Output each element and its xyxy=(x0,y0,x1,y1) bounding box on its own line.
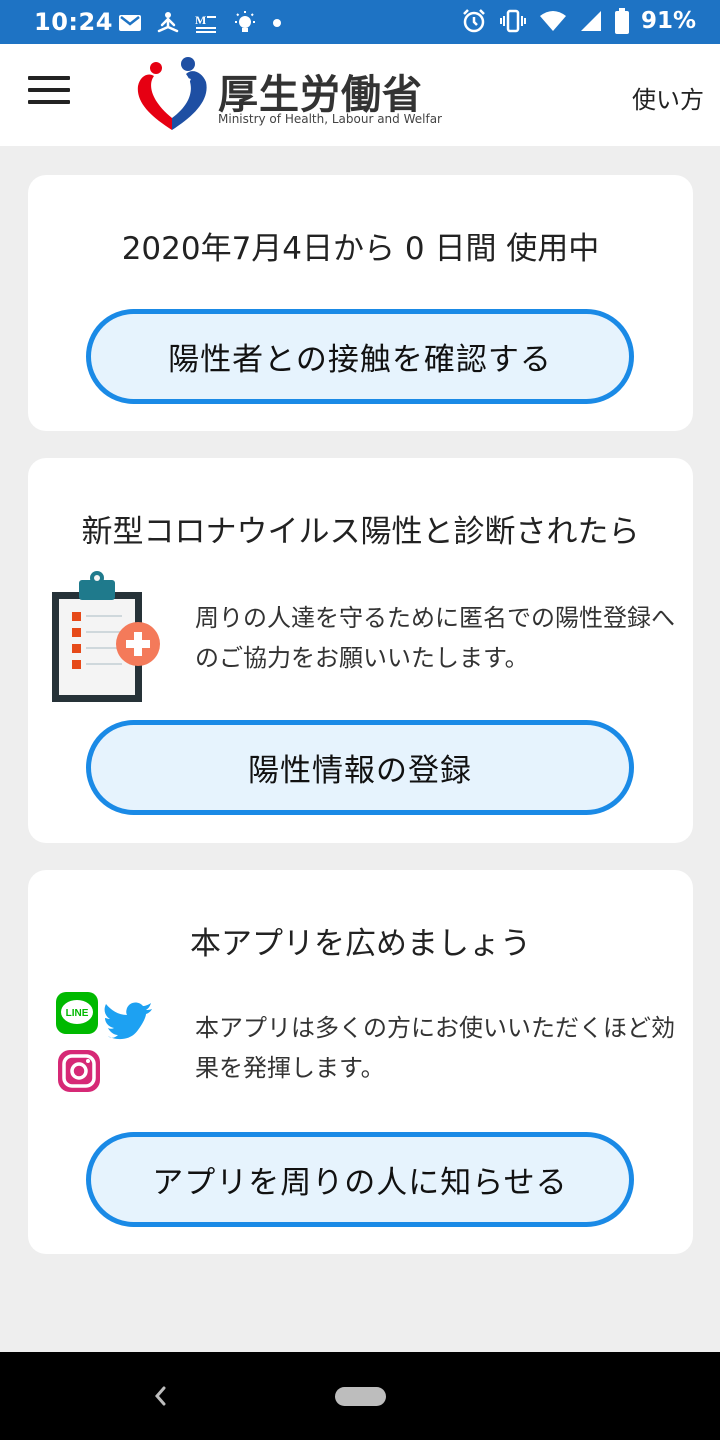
mhlw-heart-logo-icon xyxy=(137,57,207,130)
home-pill-button[interactable] xyxy=(335,1387,386,1406)
twitter-icon xyxy=(104,1002,152,1040)
instagram-icon xyxy=(58,1050,100,1092)
share-section-description: 本アプリは多くの方にお使いいただくほど効果を発揮します。 xyxy=(195,1014,675,1082)
line-icon: LINE xyxy=(56,992,98,1034)
check-exposure-button[interactable]: 陽性者との接触を確認する xyxy=(86,309,634,404)
news-icon: M xyxy=(195,13,216,33)
clipboard-medical-icon xyxy=(52,571,160,702)
register-positive-button[interactable]: 陽性情報の登録 xyxy=(86,720,634,815)
battery-icon xyxy=(614,8,629,34)
lightbulb-icon xyxy=(235,11,255,32)
logo-subtext: Ministry of Health, Labour and Welfar xyxy=(218,112,442,126)
share-card: 本アプリを広めましょう LINE 本アプリは多くの方にお使いいただくほど効果を発… xyxy=(28,870,693,1254)
status-time: 10:24 xyxy=(34,8,113,36)
wifi-icon xyxy=(539,11,566,31)
system-nav-bar xyxy=(0,1352,720,1440)
positive-registration-card: 新型コロナウイルス陽性と診断されたら 周りの人達を守るために匿名での陽性登録への… xyxy=(28,458,693,843)
help-link[interactable]: 使い方 xyxy=(632,80,704,115)
signal-icon xyxy=(580,11,601,31)
alarm-icon xyxy=(463,9,485,33)
battery-percent: 91% xyxy=(640,8,696,34)
app-header: 厚生労働省 Ministry of Health, Labour and Wel… xyxy=(0,44,720,146)
hamburger-menu-icon[interactable] xyxy=(28,76,70,112)
gmail-icon xyxy=(119,15,141,31)
usage-days-text: 2020年7月4日から 0 日間 使用中 xyxy=(121,231,600,267)
share-app-button[interactable]: アプリを周りの人に知らせる xyxy=(86,1132,634,1227)
positive-section-title: 新型コロナウイルス陽性と診断されたら xyxy=(81,514,640,550)
usage-card: 2020年7月4日から 0 日間 使用中 陽性者との接触を確認する xyxy=(28,175,693,431)
system-icons: 91% xyxy=(461,8,696,34)
vibrate-icon xyxy=(499,9,526,33)
svg-text:M: M xyxy=(195,13,206,27)
notification-icons: M xyxy=(118,10,282,36)
status-bar: 10:24 M 91% xyxy=(0,0,720,44)
share-section-title: 本アプリを広めましょう xyxy=(190,926,531,962)
mhlw-logo: 厚生労働省 Ministry of Health, Labour and Wel… xyxy=(136,56,442,136)
line-label: LINE xyxy=(66,1008,89,1019)
meditation-icon xyxy=(157,12,179,33)
back-chevron-icon[interactable] xyxy=(148,1382,172,1410)
dot-icon xyxy=(273,19,281,27)
positive-section-description: 周りの人達を守るために匿名での陽性登録へのご協力をお願いいたします。 xyxy=(195,604,675,672)
social-icons: LINE xyxy=(56,992,152,1092)
